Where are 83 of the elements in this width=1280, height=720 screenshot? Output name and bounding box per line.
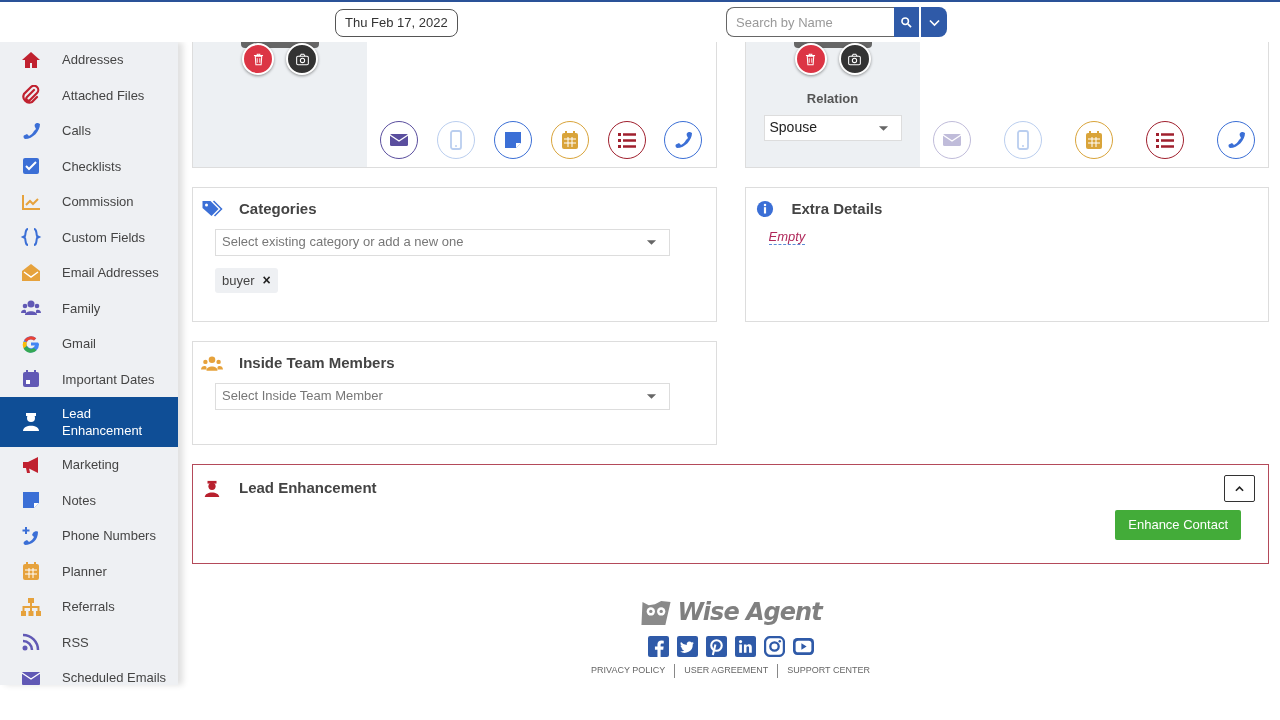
caret-icon — [646, 238, 657, 246]
social-media-icon[interactable] — [676, 636, 698, 657]
list-button[interactable] — [1145, 121, 1184, 159]
phone-button[interactable] — [664, 121, 703, 159]
note-icon — [20, 490, 42, 511]
logo-text: Wise Agent — [677, 597, 822, 628]
search-button[interactable] — [894, 7, 919, 37]
search-field[interactable]: Search by Name — [726, 7, 894, 37]
sidebar-item[interactable]: Marketing — [0, 447, 178, 483]
rss-icon — [20, 632, 42, 653]
footer-link[interactable]: PRIVACY POLICY — [582, 664, 675, 678]
sidebar-item[interactable]: Lead Enhancement — [0, 397, 178, 447]
envelope-icon — [20, 262, 42, 283]
team-member-select[interactable]: Select Inside Team Member — [215, 382, 670, 410]
camera-button[interactable] — [838, 43, 871, 75]
date-display: Thu Feb 17, 2022 — [335, 9, 458, 37]
sidebar-item[interactable]: Addresses — [0, 42, 178, 78]
sidebar-item[interactable]: Email Addresses — [0, 255, 178, 291]
sidebar-item[interactable]: Phone Numbers — [0, 518, 178, 554]
camera-icon — [848, 52, 861, 66]
social-media-icon[interactable] — [734, 636, 756, 657]
search-icon — [900, 15, 913, 29]
paperclip-icon — [20, 85, 42, 106]
sidebar-item[interactable]: Referrals — [0, 589, 178, 625]
google-icon — [20, 333, 42, 354]
phone-icon — [673, 130, 694, 150]
section-title: Inside Team Members — [239, 353, 395, 373]
caret-icon — [646, 392, 657, 400]
delete-button[interactable] — [794, 43, 827, 75]
list-icon — [1154, 130, 1175, 150]
sidebar-item[interactable]: RSS — [0, 624, 178, 660]
dropdown-button[interactable] — [921, 7, 947, 37]
sidebar-item[interactable]: Gmail — [0, 326, 178, 362]
camera-icon — [295, 52, 309, 66]
chevron-up-icon — [1235, 484, 1244, 493]
sidebar-item[interactable]: Checklists — [0, 148, 178, 184]
list-button[interactable] — [607, 121, 646, 159]
caret-icon — [877, 123, 889, 132]
people-icon — [201, 354, 223, 373]
note-button[interactable] — [493, 121, 532, 159]
sidebar-item[interactable]: Attached Files — [0, 77, 178, 113]
sidebar-item[interactable]: Important Dates — [0, 361, 178, 397]
calendar-icon — [559, 130, 580, 150]
calendar-icon — [20, 561, 42, 582]
calendar-icon — [1083, 130, 1104, 150]
social-media-icon[interactable] — [647, 636, 669, 657]
relation-select[interactable]: Spouse — [763, 114, 902, 141]
sidebar-item[interactable]: Custom Fields — [0, 219, 178, 255]
section-title: Extra Details — [791, 199, 883, 219]
remove-tag-button[interactable]: × — [262, 273, 271, 288]
section-title: Categories — [239, 199, 317, 219]
phone-icon — [1226, 130, 1246, 150]
sidebar-item[interactable]: Commission — [0, 184, 178, 220]
social-media-icon[interactable] — [792, 636, 814, 657]
list-icon — [616, 130, 637, 150]
house-icon — [20, 49, 42, 70]
delete-button[interactable] — [242, 43, 274, 75]
section-title: Lead Enhancement — [239, 478, 377, 499]
note-icon — [502, 130, 523, 150]
sidebar-item[interactable]: Family — [0, 290, 178, 326]
category-select[interactable]: Select existing category or add a new one — [215, 228, 670, 256]
trash-icon — [251, 52, 265, 66]
person-icon — [20, 412, 42, 432]
sidebar-item[interactable]: Notes — [0, 482, 178, 518]
social-media-icon[interactable] — [705, 636, 727, 657]
braces-icon — [20, 227, 42, 248]
sitemap-icon — [20, 596, 42, 617]
camera-button[interactable] — [286, 43, 318, 75]
editable-value[interactable]: Empty — [768, 228, 806, 245]
field-label: Relation — [806, 90, 859, 108]
category-tag: buyer × — [215, 267, 278, 293]
calendar-icon — [20, 369, 42, 390]
sidebar-item[interactable]: Calls — [0, 113, 178, 149]
trash-icon — [804, 52, 817, 66]
phone-button[interactable] — [1217, 121, 1255, 159]
social-media-icon[interactable] — [763, 636, 785, 657]
checkbox-icon — [20, 156, 42, 177]
collapse-button[interactable] — [1224, 475, 1255, 502]
sidebar-item[interactable]: Scheduled Emails — [0, 660, 178, 696]
sidebar-item[interactable]: Planner — [0, 553, 178, 589]
footer-link[interactable]: USER AGREEMENT — [674, 664, 778, 678]
footer-link[interactable]: SUPPORT CENTER — [777, 664, 879, 678]
envelope-button[interactable] — [380, 121, 418, 159]
